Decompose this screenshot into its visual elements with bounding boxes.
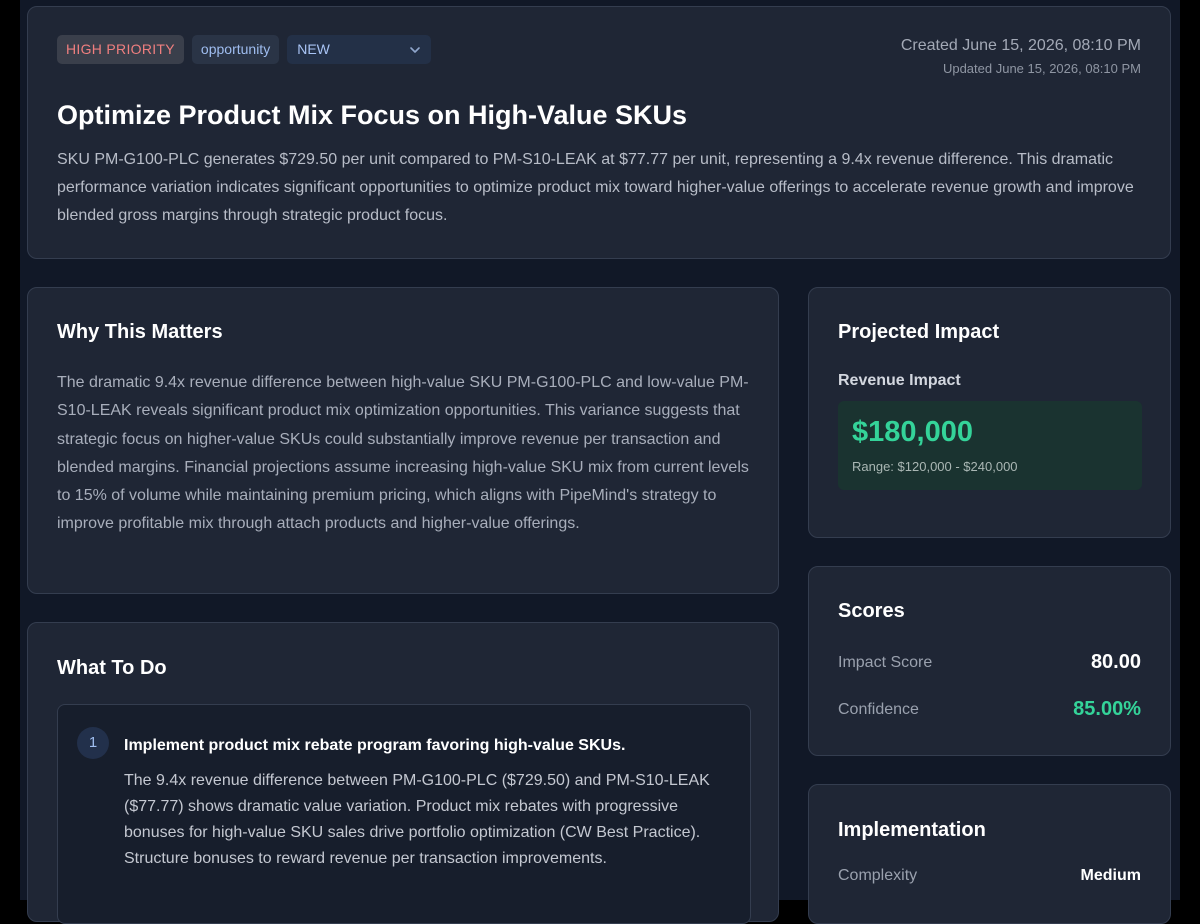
revenue-impact-box: $180,000 Range: $120,000 - $240,000	[838, 401, 1142, 490]
section-title-impact: Projected Impact	[838, 321, 1000, 343]
updated-timestamp: Updated June 15, 2026, 08:10 PM	[942, 61, 1141, 76]
badge-group: HIGH PRIORITY opportunity NEW	[57, 35, 432, 64]
chevron-down-icon	[410, 46, 421, 53]
type-badge: opportunity	[191, 35, 280, 64]
step-description: The 9.4x revenue difference between PM-G…	[124, 772, 710, 867]
step-title: Implement product mix rebate program fav…	[124, 737, 626, 754]
complexity-label: Complexity	[838, 867, 918, 884]
page-title: Optimize Product Mix Focus on High-Value…	[57, 100, 688, 130]
why-this-matters-card: Why This Matters The dramatic 9.4x reven…	[27, 287, 779, 594]
impact-score-value: 80.00	[1090, 651, 1141, 673]
implementation-card: Implementation Complexity Medium	[808, 784, 1171, 924]
revenue-impact-value: $180,000	[852, 416, 973, 448]
section-title-todo: What To Do	[57, 657, 167, 679]
revenue-impact-label: Revenue Impact	[838, 372, 961, 389]
impact-score-row: Impact Score 80.00	[838, 651, 1141, 674]
status-select[interactable]: NEW	[287, 35, 432, 64]
status-select-value: NEW	[297, 41, 330, 57]
complexity-row: Complexity Medium	[838, 867, 1141, 885]
what-to-do-card: What To Do 1 Implement product mix rebat…	[27, 622, 779, 924]
revenue-impact-range: Range: $120,000 - $240,000	[852, 459, 1018, 474]
impact-score-label: Impact Score	[838, 653, 933, 671]
confidence-row: Confidence 85.00%	[838, 698, 1141, 721]
section-title-scores: Scores	[838, 600, 905, 622]
insight-header-card: HIGH PRIORITY opportunity NEW Created Ju…	[27, 6, 1171, 259]
complexity-value: Medium	[1080, 867, 1141, 884]
timestamps: Created June 15, 2026, 08:10 PM Updated …	[901, 37, 1141, 76]
step-number: 1	[77, 727, 109, 759]
section-title-implementation: Implementation	[838, 819, 986, 841]
created-timestamp: Created June 15, 2026, 08:10 PM	[900, 37, 1141, 54]
insight-summary: SKU PM-G100-PLC generates $729.50 per un…	[57, 151, 1134, 224]
projected-impact-card: Projected Impact Revenue Impact $180,000…	[808, 287, 1171, 538]
confidence-value: 85.00%	[1073, 698, 1141, 720]
priority-badge: HIGH PRIORITY	[57, 35, 184, 64]
app-frame: HIGH PRIORITY opportunity NEW Created Ju…	[20, 0, 1180, 924]
why-this-matters-text: The dramatic 9.4x revenue difference bet…	[57, 374, 749, 533]
scores-card: Scores Impact Score 80.00 Confidence 85.…	[808, 566, 1171, 756]
action-step: 1 Implement product mix rebate program f…	[57, 704, 751, 924]
confidence-label: Confidence	[838, 700, 919, 718]
section-title-why: Why This Matters	[57, 321, 223, 343]
